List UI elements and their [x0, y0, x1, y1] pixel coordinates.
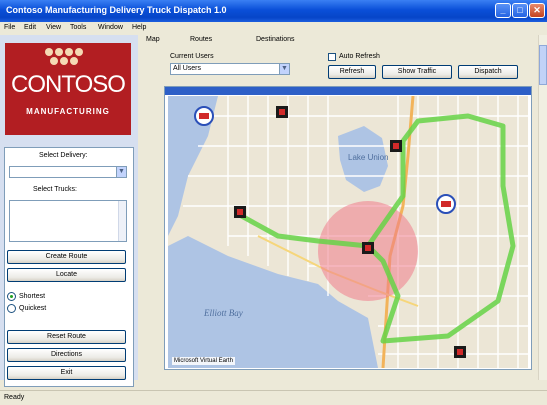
destination-marker[interactable]	[390, 140, 402, 152]
tab-map[interactable]: Map	[146, 36, 160, 43]
reset-route-button[interactable]: Reset Route	[7, 330, 126, 344]
maximize-button[interactable]: □	[512, 3, 528, 18]
show-traffic-button[interactable]: Show Traffic	[382, 65, 452, 79]
refresh-button[interactable]: Refresh	[328, 65, 376, 79]
contoso-logo: CONTOSO MANUFACTURING	[5, 43, 131, 135]
window-title: Contoso Manufacturing Delivery Truck Dis…	[6, 5, 227, 15]
right-scrollbar[interactable]	[538, 35, 547, 380]
create-route-button[interactable]: Create Route	[7, 250, 126, 264]
close-button[interactable]: ✕	[529, 3, 545, 18]
left-panel: CONTOSO MANUFACTURING Select Delivery: ▼…	[0, 35, 138, 387]
menu-tools[interactable]: Tools	[70, 24, 86, 31]
logo-subtitle: MANUFACTURING	[26, 107, 110, 116]
exit-button[interactable]: Exit	[7, 366, 126, 380]
trucks-list-scrollbar[interactable]	[118, 201, 126, 241]
users-combo[interactable]: All Users ▼	[170, 63, 290, 75]
destination-marker[interactable]	[454, 346, 466, 358]
radio-shortest-label: Shortest	[19, 293, 46, 300]
menu-help[interactable]: Help	[132, 24, 146, 31]
radio-shortest[interactable]	[7, 292, 16, 301]
logo-dots	[45, 48, 91, 68]
scrollbar-thumb[interactable]	[539, 45, 547, 85]
status-bar: Ready	[0, 390, 547, 405]
map-scale-bar: Microsoft Virtual Earth	[172, 357, 235, 365]
menu-bar: File Edit View Tools Window Help	[0, 22, 547, 35]
select-trucks-label: Select Trucks:	[33, 186, 77, 193]
delivery-combo[interactable]: ▼	[9, 166, 127, 178]
radio-quickest[interactable]	[7, 304, 16, 313]
menu-edit[interactable]: Edit	[24, 24, 36, 31]
menu-view[interactable]: View	[46, 24, 61, 31]
dispatch-button[interactable]: Dispatch	[458, 65, 518, 79]
destination-marker[interactable]	[276, 106, 288, 118]
map-options: Current Users All Users ▼ Auto Refresh R…	[164, 50, 532, 84]
chevron-down-icon[interactable]: ▼	[279, 63, 290, 75]
radio-quickest-label: Quickest	[19, 305, 47, 312]
logo-brand: CONTOSO	[11, 71, 126, 98]
minimize-button[interactable]: _	[495, 3, 511, 18]
users-combo-value: All Users	[173, 65, 202, 72]
directions-button[interactable]: Directions	[7, 348, 126, 362]
map-frame: Lake Union Elliott Bay Microsoft Virtual…	[164, 86, 532, 370]
auto-refresh-label: Auto Refresh	[339, 53, 380, 60]
lake-union-label: Lake Union	[348, 153, 388, 162]
title-bar: Contoso Manufacturing Delivery Truck Dis…	[0, 0, 547, 22]
auto-refresh-checkbox[interactable]	[328, 53, 336, 61]
chevron-down-icon[interactable]: ▼	[116, 166, 127, 178]
delivery-form: Select Delivery: ▼ Select Trucks: Create…	[4, 147, 134, 387]
menu-file[interactable]: File	[4, 24, 15, 31]
select-delivery-label: Select Delivery:	[39, 152, 88, 159]
tab-routes[interactable]: Routes	[190, 36, 212, 43]
map-canvas[interactable]: Lake Union Elliott Bay	[168, 96, 528, 368]
map-header-bar	[165, 87, 531, 95]
destination-marker[interactable]	[362, 242, 374, 254]
truck-marker[interactable]	[436, 194, 456, 214]
elliott-bay-label: Elliott Bay	[203, 308, 243, 318]
locate-button[interactable]: Locate	[7, 268, 126, 282]
map-view[interactable]: Lake Union Elliott Bay Microsoft Virtual…	[168, 96, 528, 368]
status-text: Ready	[4, 394, 25, 401]
tab-strip: Map Routes Destinations	[140, 35, 547, 47]
destination-marker[interactable]	[234, 206, 246, 218]
menu-window[interactable]: Window	[98, 24, 123, 31]
tab-destinations[interactable]: Destinations	[256, 36, 295, 43]
current-users-label: Current Users	[170, 53, 214, 60]
truck-marker[interactable]	[194, 106, 214, 126]
trucks-list[interactable]	[9, 200, 127, 242]
